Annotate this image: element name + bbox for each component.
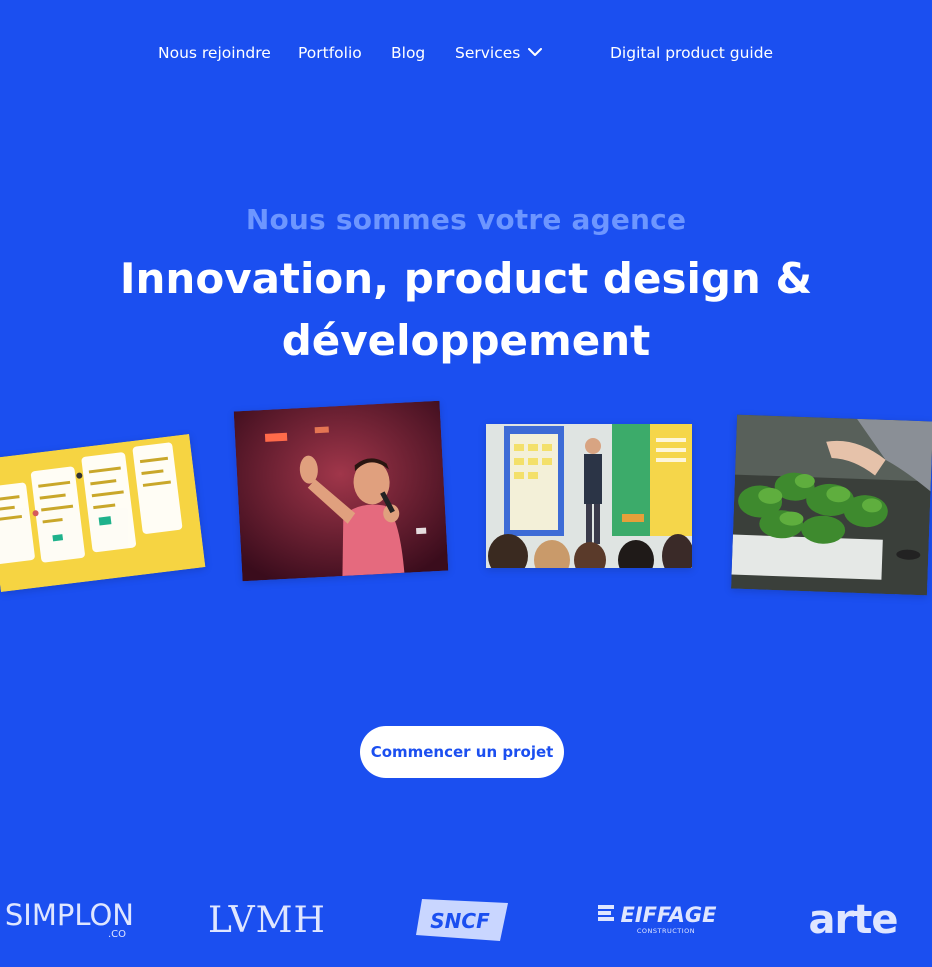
nav-link-blog[interactable]: Blog bbox=[391, 40, 425, 66]
client-logos: SIMPLON .CO LVMH SNCF EIFFAGE CONSTRUCTI… bbox=[0, 880, 932, 967]
logo-arte: arte bbox=[790, 880, 916, 960]
start-project-button[interactable]: Commencer un projet bbox=[360, 726, 564, 778]
eiffage-mark-icon bbox=[597, 905, 614, 921]
app-mockup-image bbox=[0, 433, 206, 593]
hero-title-line-1: Innovation, product design & bbox=[119, 254, 813, 303]
nav-link-digital-product-guide[interactable]: Digital product guide bbox=[610, 40, 773, 66]
workshop-image bbox=[486, 424, 692, 568]
logo-eiffage: EIFFAGE CONSTRUCTION bbox=[597, 880, 717, 960]
main-nav: Nous rejoindre Portfolio Blog Services D… bbox=[0, 40, 932, 66]
photo-basil bbox=[731, 414, 932, 596]
hero-title: Innovation, product design & développeme… bbox=[60, 248, 872, 372]
photo-speaker bbox=[233, 400, 449, 582]
logo-sncf-text: SNCF bbox=[430, 909, 490, 933]
nav-link-nous-rejoindre[interactable]: Nous rejoindre bbox=[158, 40, 271, 66]
photo-workshop bbox=[486, 424, 692, 568]
logo-eiffage-suffix: CONSTRUCTION bbox=[636, 927, 696, 935]
nav-link-services[interactable]: Services bbox=[455, 39, 543, 66]
hero-eyebrow: Nous sommes votre agence bbox=[245, 203, 687, 236]
basil-image bbox=[731, 414, 932, 596]
logo-eiffage-text: EIFFAGE bbox=[620, 903, 717, 927]
chevron-down-icon bbox=[528, 39, 543, 65]
logo-lvmh-text: LVMH bbox=[208, 899, 326, 941]
logo-lvmh: LVMH bbox=[205, 880, 329, 960]
hero-title-line-2: développement bbox=[281, 316, 651, 365]
logo-simplon-suffix: .CO bbox=[107, 929, 126, 940]
speaker-image bbox=[233, 400, 449, 582]
logo-simplon: SIMPLON .CO bbox=[5, 880, 134, 960]
page: Nous rejoindre Portfolio Blog Services D… bbox=[0, 0, 932, 967]
sncf-logo-mark: SNCF bbox=[416, 899, 508, 941]
logo-arte-text: arte bbox=[808, 897, 899, 943]
nav-link-portfolio[interactable]: Portfolio bbox=[298, 40, 362, 66]
logo-eiffage-row: EIFFAGE bbox=[597, 903, 717, 927]
photo-app-mockup bbox=[0, 433, 206, 593]
logo-simplon-text: SIMPLON bbox=[4, 898, 134, 932]
logo-sncf: SNCF bbox=[414, 880, 510, 960]
nav-link-services-label: Services bbox=[455, 44, 521, 62]
